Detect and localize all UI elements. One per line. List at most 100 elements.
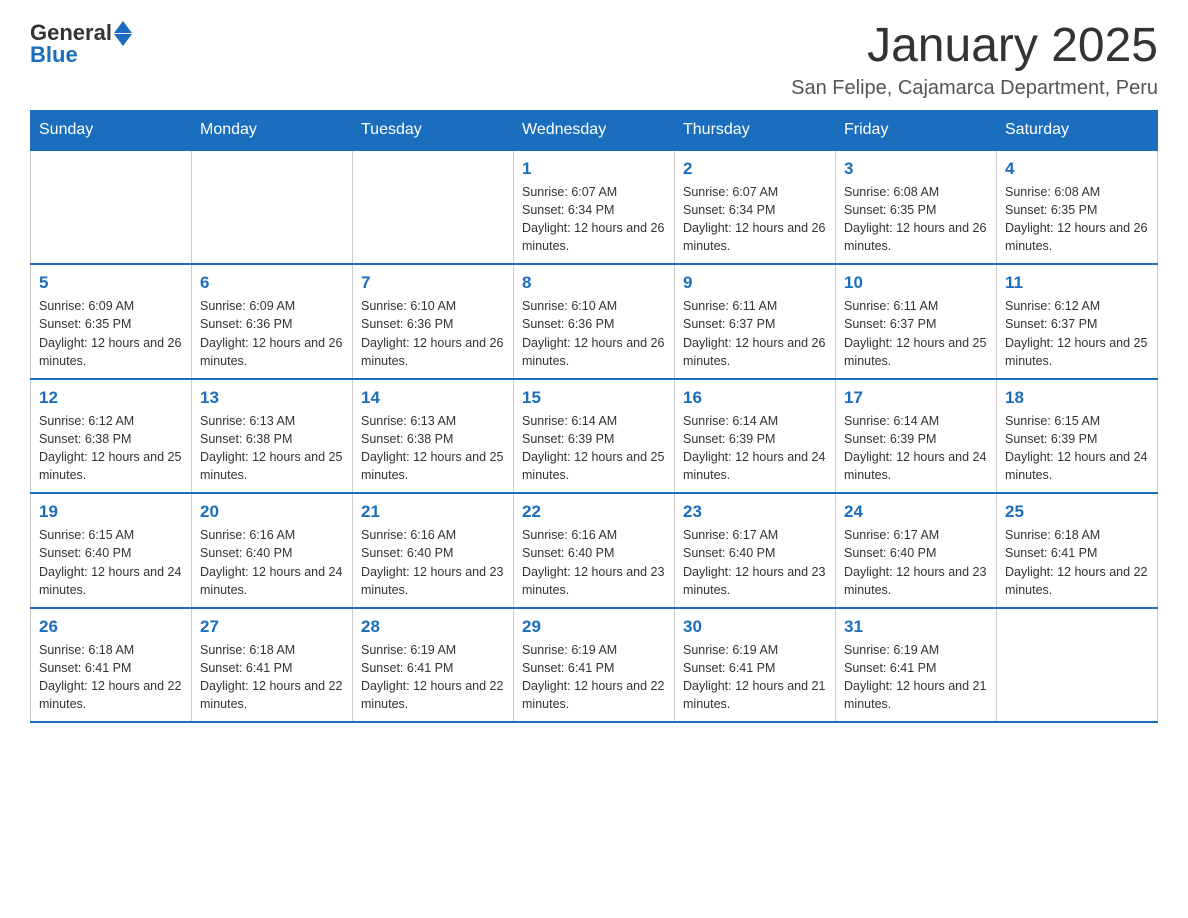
calendar-cell: 22 Sunrise: 6:16 AM Sunset: 6:40 PM Dayli… bbox=[514, 493, 675, 608]
day-number: 11 bbox=[1005, 273, 1149, 293]
day-number: 17 bbox=[844, 388, 988, 408]
day-number: 30 bbox=[683, 617, 827, 637]
page-header: General Blue January 2025 San Felipe, Ca… bbox=[30, 20, 1158, 100]
day-number: 4 bbox=[1005, 159, 1149, 179]
calendar-cell: 26Sunrise: 6:18 AM Sunset: 6:41 PM Dayli… bbox=[31, 608, 192, 723]
day-number: 3 bbox=[844, 159, 988, 179]
day-info: Sunrise: 6:08 AM Sunset: 6:35 PM Dayligh… bbox=[844, 183, 988, 256]
day-number: 27 bbox=[200, 617, 344, 637]
day-number: 29 bbox=[522, 617, 666, 637]
day-number: 7 bbox=[361, 273, 505, 293]
day-info: Sunrise: 6:10 AM Sunset: 6:36 PM Dayligh… bbox=[361, 297, 505, 370]
calendar-cell: 16Sunrise: 6:14 AM Sunset: 6:39 PM Dayli… bbox=[675, 379, 836, 494]
day-number: 22 bbox=[522, 502, 666, 522]
day-number: 16 bbox=[683, 388, 827, 408]
calendar-cell: 24 Sunrise: 6:17 AM Sunset: 6:40 PM Dayli… bbox=[836, 493, 997, 608]
day-number: 8 bbox=[522, 273, 666, 293]
day-number: 25 bbox=[1005, 502, 1149, 522]
calendar-cell: 19 Sunrise: 6:15 AM Sunset: 6:40 PM Dayli… bbox=[31, 493, 192, 608]
day-info: Sunrise: 6:13 AM Sunset: 6:38 PM Dayligh… bbox=[361, 412, 505, 485]
calendar-cell: 21Sunrise: 6:16 AM Sunset: 6:40 PM Dayli… bbox=[353, 493, 514, 608]
calendar-table: SundayMondayTuesdayWednesdayThursdayFrid… bbox=[30, 110, 1158, 724]
week-row-1: 1 Sunrise: 6:07 AM Sunset: 6:34 PM Daylig… bbox=[31, 150, 1158, 265]
day-info: Sunrise: 6:11 AM Sunset: 6:37 PM Dayligh… bbox=[683, 297, 827, 370]
calendar-cell: 17 Sunrise: 6:14 AM Sunset: 6:39 PM Dayli… bbox=[836, 379, 997, 494]
week-row-2: 5 Sunrise: 6:09 AM Sunset: 6:35 PM Daylig… bbox=[31, 264, 1158, 379]
day-number: 24 bbox=[844, 502, 988, 522]
day-info: Sunrise: 6:14 AM Sunset: 6:39 PM Dayligh… bbox=[844, 412, 988, 485]
calendar-cell: 11 Sunrise: 6:12 AM Sunset: 6:37 PM Dayli… bbox=[997, 264, 1158, 379]
day-info: Sunrise: 6:09 AM Sunset: 6:35 PM Dayligh… bbox=[39, 297, 183, 370]
calendar-cell: 25 Sunrise: 6:18 AM Sunset: 6:41 PM Dayli… bbox=[997, 493, 1158, 608]
day-header-thursday: Thursday bbox=[675, 110, 836, 150]
day-info: Sunrise: 6:08 AM Sunset: 6:35 PM Dayligh… bbox=[1005, 183, 1149, 256]
day-info: Sunrise: 6:19 AM Sunset: 6:41 PM Dayligh… bbox=[361, 641, 505, 714]
calendar-cell: 5 Sunrise: 6:09 AM Sunset: 6:35 PM Daylig… bbox=[31, 264, 192, 379]
day-info: Sunrise: 6:18 AM Sunset: 6:41 PM Dayligh… bbox=[39, 641, 183, 714]
calendar-cell: 18 Sunrise: 6:15 AM Sunset: 6:39 PM Dayli… bbox=[997, 379, 1158, 494]
week-row-4: 19 Sunrise: 6:15 AM Sunset: 6:40 PM Dayli… bbox=[31, 493, 1158, 608]
day-header-friday: Friday bbox=[836, 110, 997, 150]
calendar-cell: 4 Sunrise: 6:08 AM Sunset: 6:35 PM Daylig… bbox=[997, 150, 1158, 265]
day-number: 15 bbox=[522, 388, 666, 408]
day-number: 31 bbox=[844, 617, 988, 637]
calendar-cell: 30 Sunrise: 6:19 AM Sunset: 6:41 PM Dayli… bbox=[675, 608, 836, 723]
day-header-sunday: Sunday bbox=[31, 110, 192, 150]
day-info: Sunrise: 6:18 AM Sunset: 6:41 PM Dayligh… bbox=[1005, 526, 1149, 599]
calendar-cell: 20 Sunrise: 6:16 AM Sunset: 6:40 PM Dayli… bbox=[192, 493, 353, 608]
calendar-cell bbox=[997, 608, 1158, 723]
day-info: Sunrise: 6:16 AM Sunset: 6:40 PM Dayligh… bbox=[361, 526, 505, 599]
day-info: Sunrise: 6:15 AM Sunset: 6:39 PM Dayligh… bbox=[1005, 412, 1149, 485]
calendar-cell: 15 Sunrise: 6:14 AM Sunset: 6:39 PM Dayli… bbox=[514, 379, 675, 494]
calendar-cell: 2Sunrise: 6:07 AM Sunset: 6:34 PM Daylig… bbox=[675, 150, 836, 265]
day-info: Sunrise: 6:18 AM Sunset: 6:41 PM Dayligh… bbox=[200, 641, 344, 714]
day-number: 9 bbox=[683, 273, 827, 293]
day-number: 18 bbox=[1005, 388, 1149, 408]
day-number: 23 bbox=[683, 502, 827, 522]
week-row-3: 12Sunrise: 6:12 AM Sunset: 6:38 PM Dayli… bbox=[31, 379, 1158, 494]
day-info: Sunrise: 6:19 AM Sunset: 6:41 PM Dayligh… bbox=[522, 641, 666, 714]
day-header-tuesday: Tuesday bbox=[353, 110, 514, 150]
title-section: January 2025 San Felipe, Cajamarca Depar… bbox=[791, 20, 1158, 100]
calendar-cell: 29 Sunrise: 6:19 AM Sunset: 6:41 PM Dayli… bbox=[514, 608, 675, 723]
day-info: Sunrise: 6:17 AM Sunset: 6:40 PM Dayligh… bbox=[683, 526, 827, 599]
day-info: Sunrise: 6:17 AM Sunset: 6:40 PM Dayligh… bbox=[844, 526, 988, 599]
logo: General Blue bbox=[30, 20, 132, 68]
location-title: San Felipe, Cajamarca Department, Peru bbox=[791, 77, 1158, 100]
day-header-saturday: Saturday bbox=[997, 110, 1158, 150]
logo-content: General Blue bbox=[30, 20, 132, 68]
calendar-cell bbox=[192, 150, 353, 265]
month-title: January 2025 bbox=[791, 20, 1158, 73]
day-info: Sunrise: 6:14 AM Sunset: 6:39 PM Dayligh… bbox=[522, 412, 666, 485]
calendar-cell: 14Sunrise: 6:13 AM Sunset: 6:38 PM Dayli… bbox=[353, 379, 514, 494]
calendar-cell: 6 Sunrise: 6:09 AM Sunset: 6:36 PM Daylig… bbox=[192, 264, 353, 379]
day-info: Sunrise: 6:15 AM Sunset: 6:40 PM Dayligh… bbox=[39, 526, 183, 599]
day-number: 12 bbox=[39, 388, 183, 408]
day-number: 1 bbox=[522, 159, 666, 179]
day-header-monday: Monday bbox=[192, 110, 353, 150]
day-number: 19 bbox=[39, 502, 183, 522]
day-info: Sunrise: 6:07 AM Sunset: 6:34 PM Dayligh… bbox=[522, 183, 666, 256]
day-info: Sunrise: 6:16 AM Sunset: 6:40 PM Dayligh… bbox=[200, 526, 344, 599]
day-number: 10 bbox=[844, 273, 988, 293]
day-number: 28 bbox=[361, 617, 505, 637]
logo-blue-text: Blue bbox=[30, 42, 78, 68]
day-info: Sunrise: 6:19 AM Sunset: 6:41 PM Dayligh… bbox=[683, 641, 827, 714]
calendar-cell bbox=[353, 150, 514, 265]
calendar-cell: 8Sunrise: 6:10 AM Sunset: 6:36 PM Daylig… bbox=[514, 264, 675, 379]
calendar-cell: 3 Sunrise: 6:08 AM Sunset: 6:35 PM Daylig… bbox=[836, 150, 997, 265]
day-info: Sunrise: 6:11 AM Sunset: 6:37 PM Dayligh… bbox=[844, 297, 988, 370]
day-info: Sunrise: 6:09 AM Sunset: 6:36 PM Dayligh… bbox=[200, 297, 344, 370]
day-number: 20 bbox=[200, 502, 344, 522]
day-info: Sunrise: 6:07 AM Sunset: 6:34 PM Dayligh… bbox=[683, 183, 827, 256]
calendar-cell: 1 Sunrise: 6:07 AM Sunset: 6:34 PM Daylig… bbox=[514, 150, 675, 265]
day-headers-row: SundayMondayTuesdayWednesdayThursdayFrid… bbox=[31, 110, 1158, 150]
day-number: 6 bbox=[200, 273, 344, 293]
calendar-cell: 23 Sunrise: 6:17 AM Sunset: 6:40 PM Dayli… bbox=[675, 493, 836, 608]
day-number: 5 bbox=[39, 273, 183, 293]
calendar-cell: 10 Sunrise: 6:11 AM Sunset: 6:37 PM Dayli… bbox=[836, 264, 997, 379]
calendar-cell: 27 Sunrise: 6:18 AM Sunset: 6:41 PM Dayli… bbox=[192, 608, 353, 723]
calendar-cell: 7 Sunrise: 6:10 AM Sunset: 6:36 PM Daylig… bbox=[353, 264, 514, 379]
day-info: Sunrise: 6:16 AM Sunset: 6:40 PM Dayligh… bbox=[522, 526, 666, 599]
day-info: Sunrise: 6:12 AM Sunset: 6:37 PM Dayligh… bbox=[1005, 297, 1149, 370]
